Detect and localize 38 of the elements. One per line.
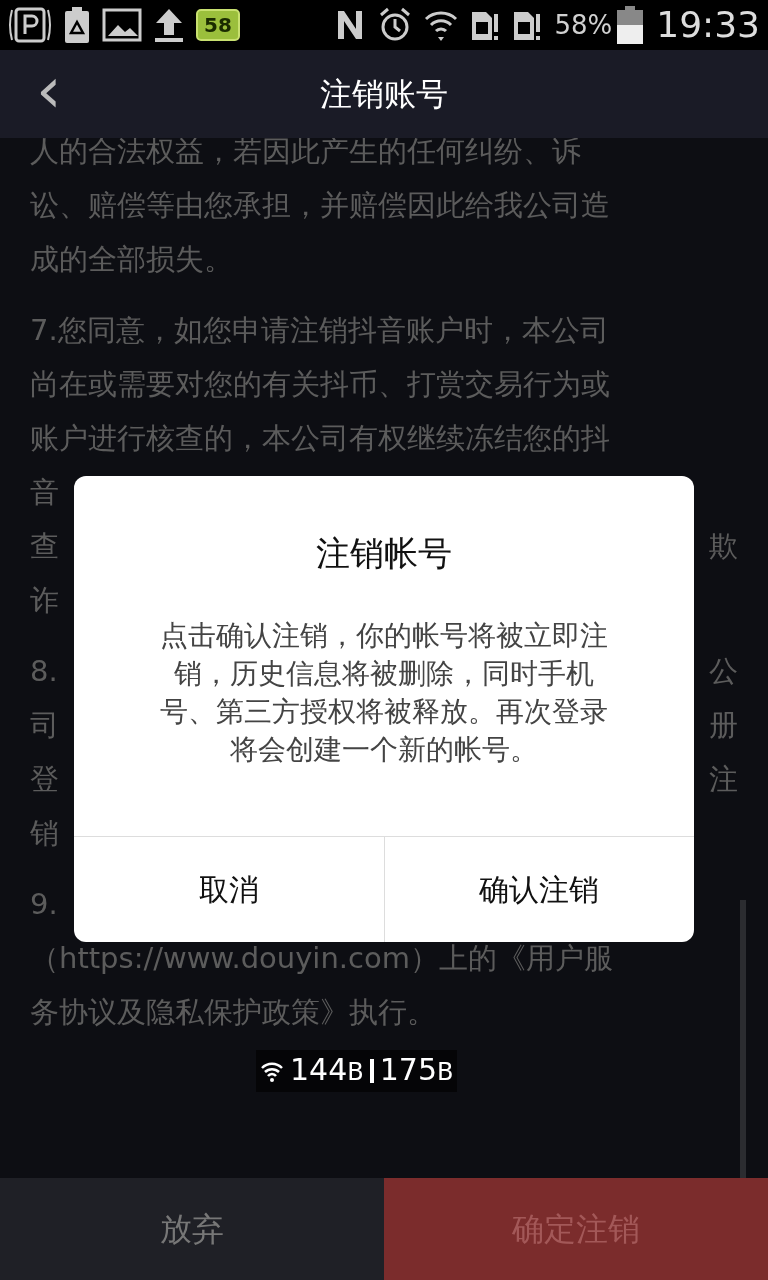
notification-badge: 58: [196, 9, 240, 41]
battery-recycle-icon: [64, 6, 90, 44]
text-line: 7.您同意，如您申请注销抖音账户时，本公司: [30, 312, 609, 349]
text-line: 销: [30, 815, 59, 852]
speed-value: 175B: [379, 1051, 454, 1089]
alarm-icon: [378, 7, 413, 43]
text-line: 查: [30, 528, 59, 565]
text-line: 司: [30, 707, 59, 744]
text-line: 诈: [30, 582, 59, 619]
text-line: 册: [709, 707, 738, 744]
battery-percent: 58%: [554, 8, 613, 42]
page-title: 注销账号: [320, 74, 448, 115]
dialog-button[interactable]: 确认注销: [383, 837, 694, 942]
text-line: 音: [30, 474, 59, 511]
dialog-message: 点击确认注销，你的帐号将被立即注销，历史信息将被删除，同时手机号、第三方授权将被释放。再次登录将会创建一个新的帐号。: [159, 618, 609, 768]
dialog-title: 注销帐号: [315, 532, 453, 575]
text-line: 登: [30, 761, 59, 798]
text-line: 尚在或需要对您的有关抖币、打赏交易行为或: [30, 366, 610, 403]
text-line: （https://www.douyin.com）上的《用户服: [30, 940, 613, 977]
text-line: 欺: [709, 528, 738, 565]
battery-icon: [616, 5, 645, 45]
cancel-button[interactable]: 放弃: [0, 1178, 384, 1280]
image-icon: [102, 8, 142, 42]
upload-icon: [154, 7, 184, 43]
parking-icon: [8, 6, 52, 44]
text-line: 成的全部损失。: [30, 241, 233, 278]
text-line: 人的合法权益，若因此产生的任何纠纷、诉: [30, 133, 581, 170]
text-line: 注: [709, 761, 738, 798]
text-line: 账户进行核查的，本公司有权继续冻结您的抖: [30, 420, 610, 457]
dialog-button[interactable]: 取消: [74, 837, 384, 942]
text-line: 务协议及隐私保护政策》执行。: [30, 994, 436, 1031]
clock: 19:33: [656, 7, 760, 43]
text-line: 8.: [30, 653, 58, 690]
back-button[interactable]: ‹: [36, 58, 62, 122]
speed-value: 144B: [290, 1051, 364, 1089]
text-line: 公: [709, 653, 738, 690]
text-line: 讼、赔偿等由您承担，并赔偿因此给我公司造: [30, 187, 610, 224]
text-line: 9.: [30, 886, 58, 923]
